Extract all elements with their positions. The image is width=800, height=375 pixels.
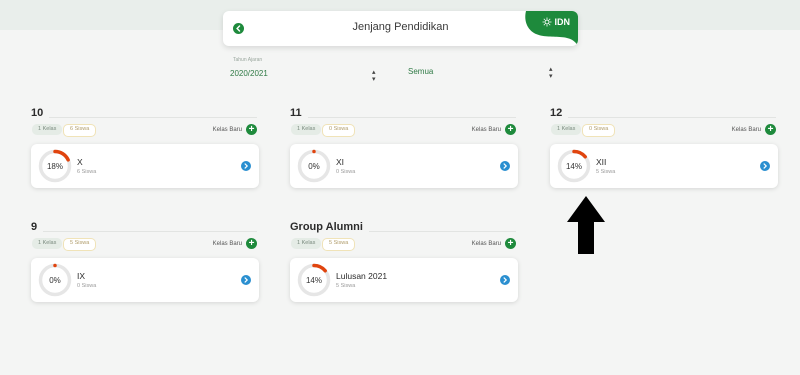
class-count-chip: 1 Kelas <box>32 238 63 249</box>
class-name: IX <box>77 271 86 281</box>
class-count-chip: 1 Kelas <box>551 124 582 135</box>
class-name: XI <box>336 157 345 167</box>
new-class-label: Kelas Baru <box>212 240 242 247</box>
class-student-count: 0 Siswa <box>77 283 97 289</box>
student-count-chip: 0 Siswa <box>322 124 356 137</box>
class-count-chip: 1 Kelas <box>32 124 63 135</box>
open-class-button[interactable] <box>241 161 251 171</box>
plus-icon[interactable]: + <box>246 238 257 249</box>
class-student-count: 6 Siswa <box>77 169 97 175</box>
sun-icon <box>542 17 551 27</box>
section-divider <box>568 117 776 118</box>
section-title: 11 <box>290 107 302 119</box>
open-class-button[interactable] <box>500 161 510 171</box>
new-class-label: Kelas Baru <box>212 126 242 133</box>
class-student-count: 5 Siswa <box>336 283 356 289</box>
open-class-button[interactable] <box>241 275 251 285</box>
class-count-chip: 1 Kelas <box>291 238 322 249</box>
open-class-button[interactable] <box>500 275 510 285</box>
section-title: 12 <box>550 107 563 119</box>
chevron-right-icon <box>763 163 768 169</box>
class-card[interactable]: 14% XII 5 Siswa <box>550 144 778 188</box>
brand-logo: IDN <box>520 11 578 46</box>
new-class-button[interactable]: Kelas Baru + <box>472 124 516 135</box>
section-title: 10 <box>31 107 44 119</box>
new-class-label: Kelas Baru <box>471 240 501 247</box>
chevron-right-icon <box>503 163 508 169</box>
brand-name: IDN <box>554 17 571 27</box>
group-select-arrows-icon[interactable]: ▴ ▾ <box>549 66 553 80</box>
new-class-label: Kelas Baru <box>731 126 761 133</box>
section-title: 9 <box>31 221 38 233</box>
class-card[interactable]: 0% XI 0 Siswa <box>290 144 518 188</box>
class-name: Lulusan 2021 <box>336 271 388 281</box>
year-filter-label: Tahun Ajaran <box>233 57 263 63</box>
year-filter-select[interactable]: 2020/2021 <box>230 69 268 78</box>
up-arrow-icon <box>567 196 605 254</box>
group-filter-select[interactable]: Semua <box>408 67 433 76</box>
new-class-button[interactable]: Kelas Baru + <box>732 124 776 135</box>
class-name: XII <box>596 157 607 167</box>
progress-percent: 14% <box>305 275 322 285</box>
student-count-chip: 5 Siswa <box>322 238 356 251</box>
progress-percent: 0% <box>49 275 61 285</box>
section-divider <box>43 231 257 232</box>
class-card[interactable]: 14% Lulusan 2021 5 Siswa <box>290 258 518 302</box>
class-card[interactable]: 0% IX 0 Siswa <box>31 258 259 302</box>
plus-icon[interactable]: + <box>505 238 516 249</box>
class-student-count: 0 Siswa <box>336 169 356 175</box>
new-class-button[interactable]: Kelas Baru + <box>213 238 257 249</box>
class-count-chip: 1 Kelas <box>291 124 322 135</box>
chevron-right-icon <box>244 163 249 169</box>
new-class-button[interactable]: Kelas Baru + <box>213 124 257 135</box>
plus-icon[interactable]: + <box>505 124 516 135</box>
chevron-right-icon <box>503 277 508 283</box>
class-card[interactable]: 18% X 6 Siswa <box>31 144 259 188</box>
class-student-count: 5 Siswa <box>596 169 616 175</box>
section-divider <box>49 117 257 118</box>
open-class-button[interactable] <box>760 161 770 171</box>
year-select-arrows-icon[interactable]: ▴ ▾ <box>372 69 376 83</box>
progress-percent: 0% <box>308 161 320 171</box>
student-count-chip: 5 Siswa <box>63 238 97 251</box>
page-header: Jenjang Pendidikan IDN <box>223 11 578 46</box>
plus-icon[interactable]: + <box>765 124 776 135</box>
progress-percent: 18% <box>46 161 63 171</box>
new-class-button[interactable]: Kelas Baru + <box>472 238 516 249</box>
section-divider <box>368 231 516 232</box>
plus-icon[interactable]: + <box>246 124 257 135</box>
class-name: X <box>77 157 83 167</box>
section-divider <box>307 117 516 118</box>
chevron-right-icon <box>244 277 249 283</box>
section-title: Group Alumni <box>290 221 363 233</box>
new-class-label: Kelas Baru <box>471 126 501 133</box>
progress-percent: 14% <box>565 161 582 171</box>
student-count-chip: 0 Siswa <box>582 124 616 137</box>
student-count-chip: 6 Siswa <box>63 124 97 137</box>
